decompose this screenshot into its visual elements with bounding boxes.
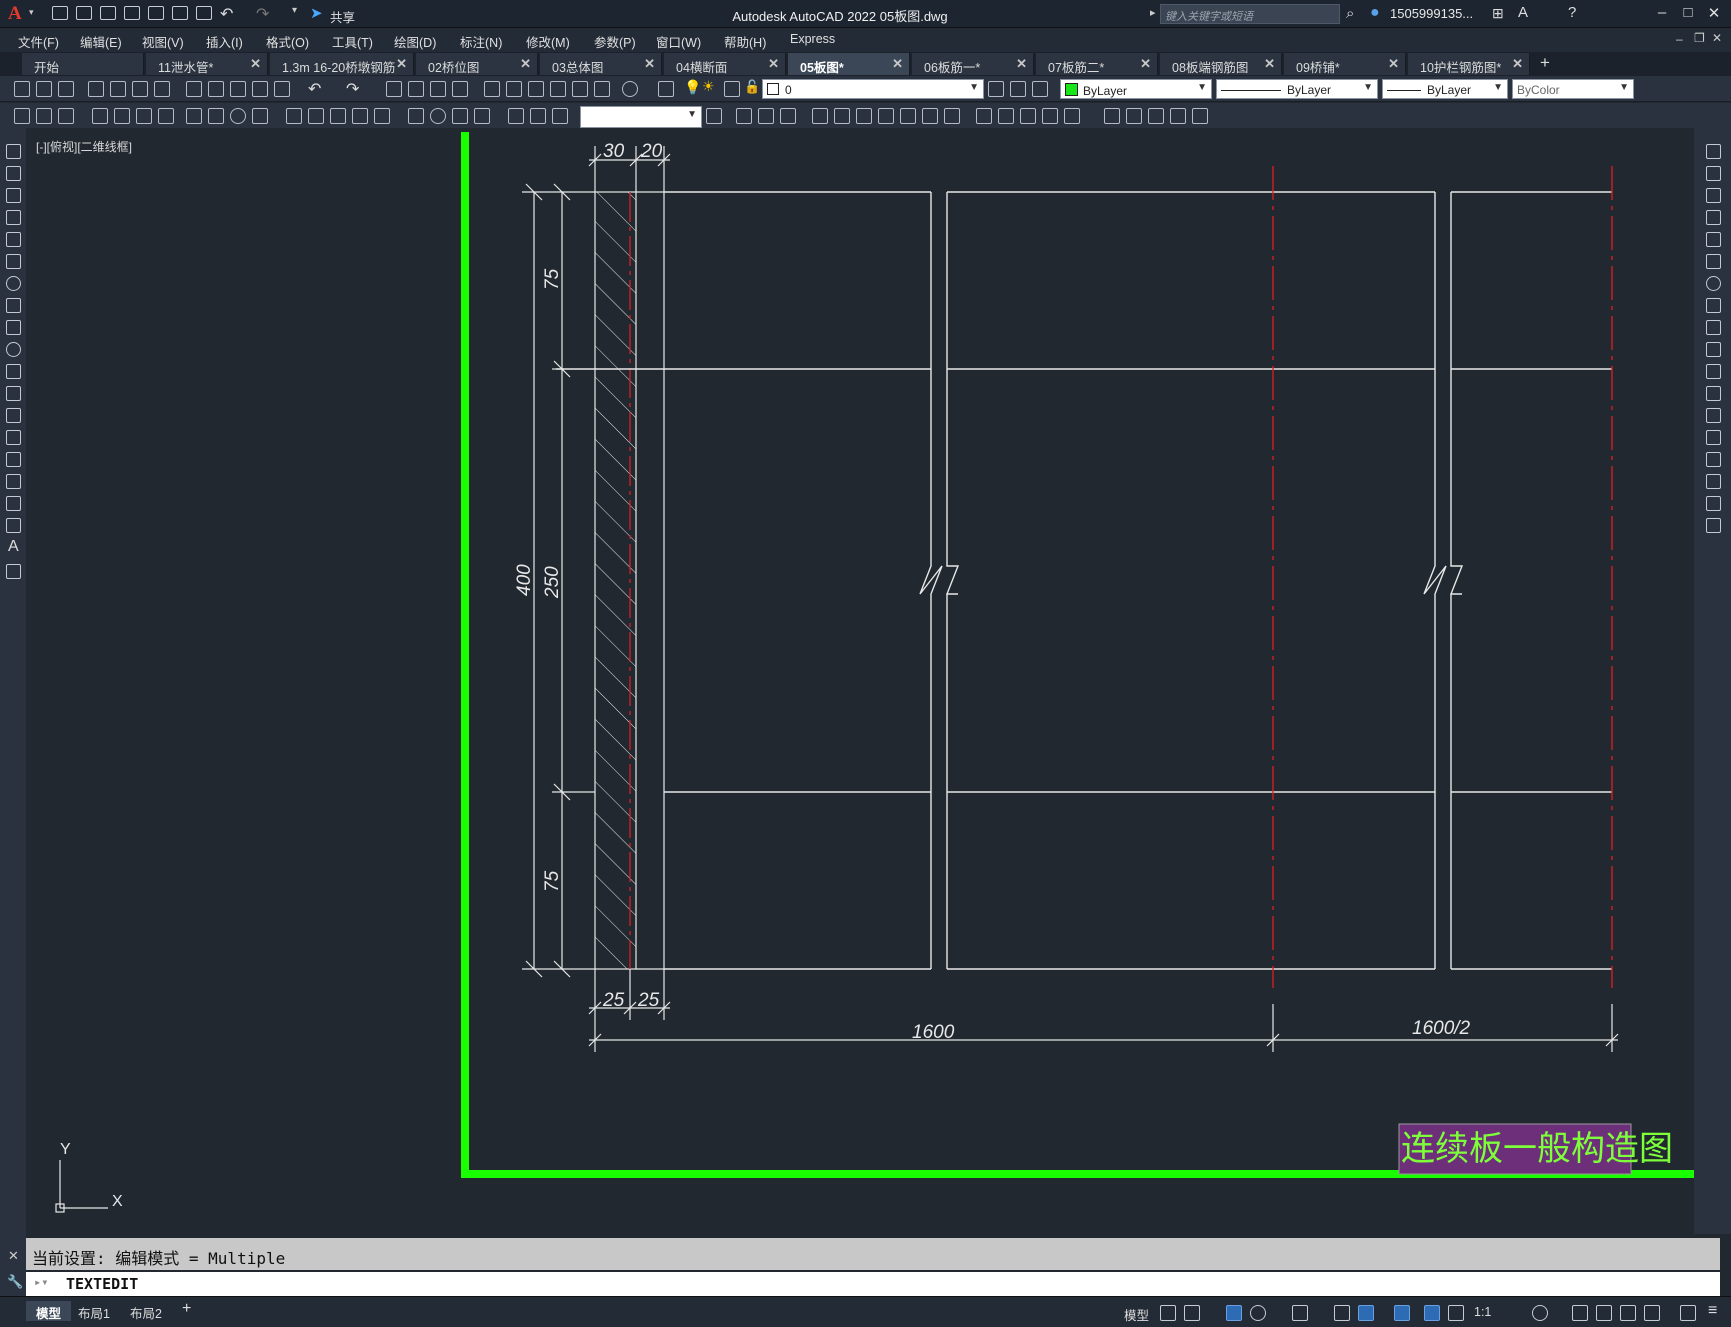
drawing-svg: 30 20 25 25 1600 1600/2 400 75 250 75 连续…: [55, 132, 1694, 1213]
auto-scale-icon[interactable]: [1448, 1305, 1464, 1321]
command-history: 当前设置: 编辑模式 = Multiple: [26, 1238, 1720, 1270]
close-command-icon[interactable]: ✕: [8, 1248, 19, 1264]
object-snap-icon[interactable]: [1358, 1305, 1374, 1321]
command-current: TEXTEDIT: [66, 1275, 139, 1293]
model-space-toggle[interactable]: 模型: [1124, 1305, 1149, 1324]
dim-text: 250: [542, 566, 563, 599]
object-snap-tracking-icon[interactable]: [1334, 1305, 1350, 1321]
ucs-x-label: X: [112, 1193, 123, 1210]
dim-text: 20: [640, 141, 663, 162]
break-line-left: [919, 192, 943, 969]
command-input[interactable]: ▸▾ TEXTEDIT: [26, 1272, 1720, 1296]
tab-layout2[interactable]: 布局2: [120, 1301, 172, 1321]
snap-icon[interactable]: [1184, 1305, 1200, 1321]
dim-text: 1600: [912, 1022, 955, 1043]
units-icon[interactable]: [1596, 1305, 1612, 1321]
annotation-visibility-icon[interactable]: [1424, 1305, 1440, 1321]
break-line-right-2: [1449, 192, 1464, 969]
dim-text: 1600/2: [1412, 1018, 1471, 1039]
plate-outline: [556, 191, 1612, 970]
add-layout-icon[interactable]: +: [182, 1300, 191, 1318]
annotation-monitor-icon[interactable]: [1572, 1305, 1588, 1321]
tab-model[interactable]: 模型: [26, 1301, 72, 1321]
command-prompt-icon[interactable]: ▸▾: [34, 1275, 48, 1289]
dim-text: 75: [542, 268, 563, 290]
break-line-right: [1423, 192, 1447, 969]
drawing-border: [461, 132, 1694, 1178]
dim-text: 75: [542, 870, 563, 892]
customization-menu-icon[interactable]: ≡: [1708, 1302, 1717, 1320]
annotation-scale[interactable]: 1:1: [1474, 1305, 1491, 1319]
clean-screen-icon[interactable]: [1680, 1305, 1696, 1321]
dimensions: [522, 146, 1619, 1052]
dim-text: 400: [514, 564, 535, 596]
tab-layout1[interactable]: 布局1: [68, 1301, 120, 1321]
dim-text: 25: [602, 990, 625, 1011]
lineweight-icon[interactable]: [1394, 1305, 1410, 1321]
status-bar: 模型 布局1 布局2 + 模型 1:1 ≡: [0, 1296, 1731, 1327]
ortho-icon[interactable]: [1226, 1305, 1242, 1321]
ucs-icon: [55, 1160, 108, 1213]
title-block-text[interactable]: 连续板一般构造图: [1401, 1130, 1673, 1168]
dimension-texts: 30 20 25 25 1600 1600/2 400 75 250 75: [514, 141, 1471, 1043]
ucs-y-label: Y: [60, 1141, 71, 1158]
break-line-left-2: [945, 192, 960, 969]
workspace-gear-icon[interactable]: [1532, 1305, 1548, 1321]
quick-properties-icon[interactable]: [1620, 1305, 1636, 1321]
dim-text: 30: [603, 141, 625, 162]
isolate-objects-icon[interactable]: [1644, 1305, 1660, 1321]
isodraft-icon[interactable]: [1292, 1305, 1308, 1321]
command-line-handle[interactable]: ✕ 🔧: [0, 1234, 26, 1298]
polar-tracking-icon[interactable]: [1250, 1305, 1266, 1321]
customize-command-icon[interactable]: 🔧: [7, 1274, 23, 1290]
grid-icon[interactable]: [1160, 1305, 1176, 1321]
dim-text: 25: [637, 990, 660, 1011]
